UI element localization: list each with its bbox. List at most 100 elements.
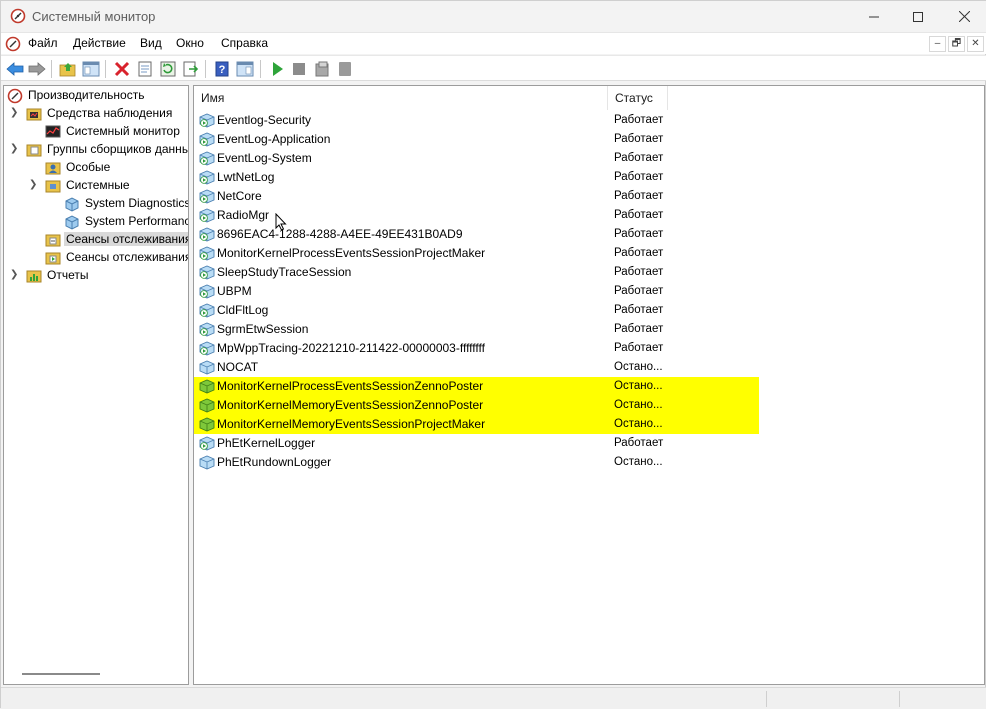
up-folder-button[interactable]: [58, 59, 78, 79]
collapse-icon[interactable]: ❯: [29, 180, 39, 190]
tree-item-user-defined[interactable]: Особые: [4, 159, 188, 177]
status-bar-separator: [899, 691, 900, 707]
running-session-icon: [199, 113, 215, 128]
session-status: Работает: [614, 209, 664, 221]
minimize-button[interactable]: [851, 1, 897, 32]
tree-item-performance[interactable]: Производительность: [4, 87, 188, 105]
refresh-button[interactable]: [158, 59, 178, 79]
list-item[interactable]: EventLog-Application Работает: [194, 130, 984, 149]
tree-item-data-collector-sets[interactable]: ❯ Группы сборщиков данных: [4, 141, 188, 159]
tree-item-label: Особые: [66, 160, 111, 174]
list-item[interactable]: 8696EAC4-1288-4288-A4EE-49EE431B0AD9 Рабо…: [194, 225, 984, 244]
session-status: Остано...: [614, 399, 663, 411]
tree-item-label: Системные: [66, 178, 130, 192]
tree-item-system-performance[interactable]: System Performance: [4, 213, 189, 231]
running-session-icon: [199, 265, 215, 280]
menu-action[interactable]: Действие: [71, 36, 128, 50]
toolbar: ?: [1, 55, 986, 81]
properties-button[interactable]: [135, 59, 155, 79]
tree-item-system-diagnostics[interactable]: System Diagnostics: [4, 195, 189, 213]
collector-set-icon: [65, 197, 79, 212]
tree-horizontal-scrollbar[interactable]: [22, 673, 100, 675]
show-hide-action-pane-button[interactable]: [235, 59, 255, 79]
tree-item-monitoring-tools[interactable]: ❯ Средства наблюдения: [4, 105, 188, 123]
start-button[interactable]: [267, 59, 287, 79]
list-item[interactable]: MonitorKernelMemoryEventsSessionProjectM…: [194, 415, 759, 434]
session-name: UBPM: [217, 284, 252, 298]
list-item[interactable]: PhEtRundownLogger Остано...: [194, 453, 984, 472]
tree-item-performance-monitor[interactable]: Системный монитор: [4, 123, 188, 141]
performance-icon: [7, 88, 23, 104]
collapse-icon[interactable]: ❯: [10, 108, 20, 118]
list-item[interactable]: UBPM Работает: [194, 282, 984, 301]
tree-item-reports[interactable]: ❯ Отчеты: [4, 267, 188, 285]
tree-item-event-trace-sessions[interactable]: Сеансы отслеживания событий: [4, 231, 188, 249]
delete-button[interactable]: [112, 59, 132, 79]
list-item[interactable]: RadioMgr Работает: [194, 206, 984, 225]
menu-help[interactable]: Справка: [219, 36, 270, 50]
event-trace-sessions-icon: [45, 234, 61, 247]
list-item[interactable]: LwtNetLog Работает: [194, 168, 984, 187]
navigation-tree[interactable]: Производительность ❯ Средства наблюдения…: [3, 85, 189, 685]
tree-item-system-sets[interactable]: ❯ Системные: [4, 177, 188, 195]
user-defined-icon: [45, 162, 61, 175]
tree-item-startup-event-trace-sessions[interactable]: Сеансы отслеживания событий запуска: [4, 249, 188, 267]
sessions-list: Имя Статус Eventlog-Security Работает Even…: [193, 85, 985, 685]
tree-item-label: System Diagnostics: [85, 196, 189, 210]
title-bar[interactable]: Системный монитор: [1, 1, 986, 32]
disabled-button[interactable]: [335, 59, 355, 79]
list-item[interactable]: EventLog-System Работает: [194, 149, 984, 168]
stop-button[interactable]: [289, 59, 309, 79]
mdi-close-button[interactable]: ✕: [967, 36, 984, 52]
session-status: Работает: [614, 247, 664, 259]
export-icon: [183, 61, 199, 77]
system-menu-icon[interactable]: [5, 36, 21, 52]
back-button[interactable]: [5, 59, 25, 79]
list-item[interactable]: MonitorKernelMemoryEventsSessionZennoPos…: [194, 396, 759, 415]
mdi-minimize-button[interactable]: –: [929, 36, 946, 52]
list-item[interactable]: SgrmEtwSession Работает: [194, 320, 984, 339]
column-header-name[interactable]: Имя: [194, 86, 608, 110]
menu-file[interactable]: Файл: [26, 36, 60, 50]
list-item[interactable]: MonitorKernelProcessEventsSessionZennoPo…: [194, 377, 759, 396]
session-status: Работает: [614, 228, 664, 240]
close-button[interactable]: [941, 1, 986, 32]
running-session-icon: [199, 436, 215, 451]
session-name: PhEtKernelLogger: [217, 436, 316, 450]
collapse-icon[interactable]: ❯: [10, 144, 20, 154]
tree-item-label: Производительность: [28, 88, 145, 102]
help-button[interactable]: ?: [212, 59, 232, 79]
list-item[interactable]: PhEtKernelLogger Работает: [194, 434, 984, 453]
back-icon: [6, 62, 24, 76]
session-status: Остано...: [614, 418, 663, 430]
maximize-icon: [913, 11, 923, 22]
mdi-restore-button[interactable]: 🗗: [948, 36, 965, 52]
tree-item-label: System Performance: [85, 214, 189, 228]
list-item[interactable]: NetCore Работает: [194, 187, 984, 206]
data-collector-sets-icon: [26, 144, 42, 157]
list-item[interactable]: SleepStudyTraceSession Работает: [194, 263, 984, 282]
up-folder-icon: [59, 63, 76, 77]
session-name: MonitorKernelProcessEventsSessionProject…: [217, 246, 486, 260]
forward-button[interactable]: [27, 59, 47, 79]
session-name: NOCAT: [217, 360, 259, 374]
list-item[interactable]: CldFltLog Работает: [194, 301, 984, 320]
expand-icon[interactable]: ❯: [10, 270, 20, 280]
list-item[interactable]: Eventlog-Security Работает: [194, 111, 984, 130]
list-item[interactable]: MonitorKernelProcessEventsSessionProject…: [194, 244, 984, 263]
export-button[interactable]: [181, 59, 201, 79]
list-item[interactable]: NOCAT Остано...: [194, 358, 984, 377]
maximize-button[interactable]: [895, 1, 941, 32]
status-bar-separator: [766, 691, 767, 707]
tree-item-label: Системный монитор: [66, 124, 180, 138]
list-item[interactable]: MpWppTracing-20221210-211422-00000003-ff…: [194, 339, 984, 358]
running-session-icon: [199, 303, 215, 318]
column-header-status[interactable]: Статус: [608, 86, 668, 110]
show-hide-tree-button[interactable]: [81, 59, 101, 79]
running-session-icon: [199, 151, 215, 166]
save-template-button[interactable]: [312, 59, 332, 79]
session-name: NetCore: [217, 189, 262, 203]
tree-item-label: Сеансы отслеживания событий: [64, 232, 188, 246]
menu-view[interactable]: Вид: [138, 36, 164, 50]
menu-window[interactable]: Окно: [174, 36, 206, 50]
